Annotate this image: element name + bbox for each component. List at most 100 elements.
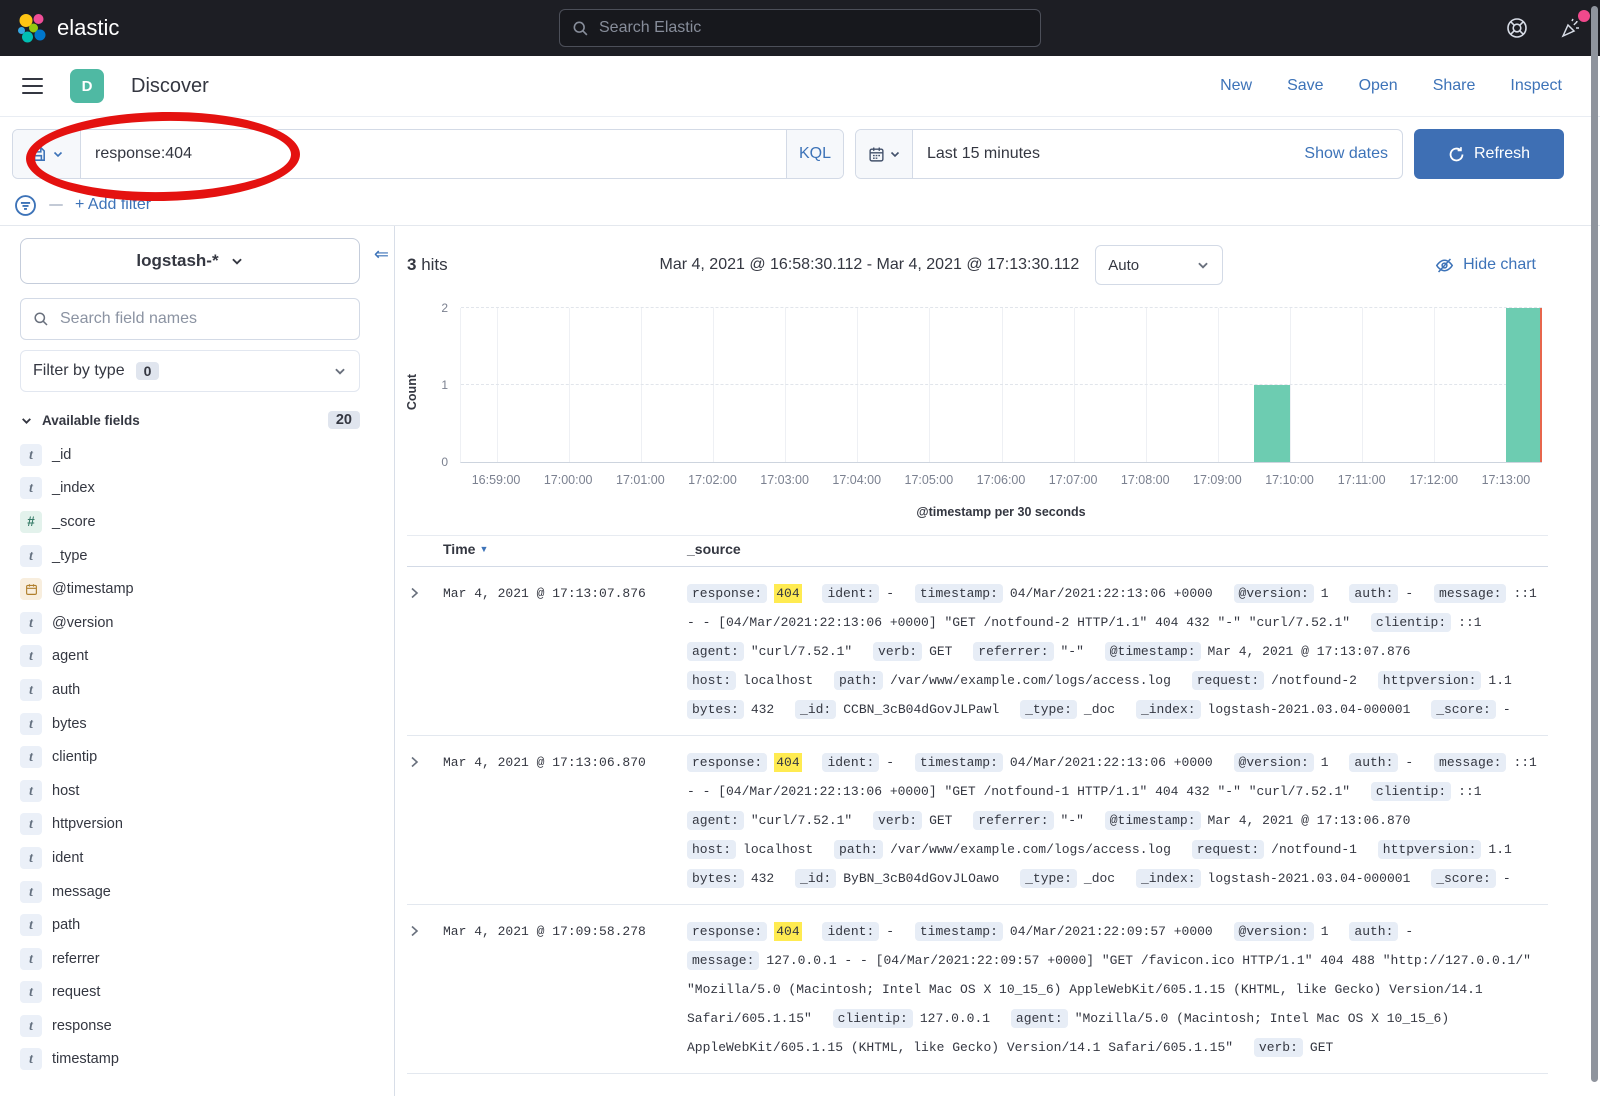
expand-row-chevron-icon[interactable] — [407, 579, 443, 724]
available-fields-header[interactable]: Available fields 20 — [20, 411, 360, 429]
global-search-input[interactable]: Search Elastic — [559, 9, 1041, 47]
field-pill: message: — [687, 951, 759, 970]
doc-timestamp: Mar 4, 2021 @ 17:09:58.278 — [443, 917, 687, 1062]
doc-table-header: Time ▼ _source — [407, 535, 1548, 567]
saved-query-menu-button[interactable] — [13, 130, 81, 178]
x-tick-label: 17:05:00 — [905, 473, 954, 487]
share-button[interactable]: Share — [1433, 77, 1476, 95]
field-item-message[interactable]: tmessage — [20, 875, 374, 909]
x-tick-label: 16:59:00 — [472, 473, 521, 487]
time-range-display: Mar 4, 2021 @ 16:58:30.112 - Mar 4, 2021… — [660, 256, 1080, 274]
source-field-pair: httpversion:1.1 — [1378, 842, 1512, 857]
string-field-type-icon: t — [20, 545, 42, 567]
field-label: request — [52, 984, 100, 1000]
content: logstash-* ⇐ Search field names Filter b… — [0, 225, 1600, 1096]
add-filter-button[interactable]: + Add filter — [75, 196, 151, 214]
chevron-down-icon — [230, 254, 244, 268]
field-item-referrer[interactable]: treferrer — [20, 942, 374, 976]
field-item-ident[interactable]: tident — [20, 841, 374, 875]
field-label: @version — [52, 615, 113, 631]
gridline — [461, 307, 1542, 308]
hide-chart-button[interactable]: Hide chart — [1435, 256, 1536, 275]
time-range-value[interactable]: Last 15 minutes — [913, 145, 1304, 163]
field-item-auth[interactable]: tauth — [20, 673, 374, 707]
refresh-icon — [1448, 146, 1465, 163]
source-field-pair: verb:GET — [873, 813, 952, 828]
field-item-timestamp[interactable]: ttimestamp — [20, 1043, 374, 1077]
gridline — [1074, 308, 1075, 462]
field-item-_score[interactable]: #_score — [20, 505, 374, 539]
elastic-brand[interactable]: elastic — [16, 12, 119, 44]
life-buoy-icon — [1505, 16, 1529, 40]
query-language-button[interactable]: KQL — [786, 130, 843, 178]
show-dates-button[interactable]: Show dates — [1304, 145, 1402, 163]
field-item-path[interactable]: tpath — [20, 908, 374, 942]
date-quick-select-button[interactable] — [856, 130, 913, 178]
source-field-pair: path:/var/www/example.com/logs/access.lo… — [834, 842, 1171, 857]
scrollbar[interactable] — [1591, 6, 1598, 1082]
menu-hamburger-icon[interactable] — [22, 78, 43, 95]
newsfeed-button[interactable] — [1558, 15, 1584, 41]
refresh-button[interactable]: Refresh — [1414, 129, 1564, 179]
new-button[interactable]: New — [1220, 77, 1252, 95]
open-button[interactable]: Open — [1359, 77, 1398, 95]
field-label: bytes — [52, 716, 87, 732]
field-item-clientip[interactable]: tclientip — [20, 740, 374, 774]
field-item-httpversion[interactable]: thttpversion — [20, 808, 374, 842]
filter-by-type-toggle[interactable]: Filter by type 0 — [20, 350, 360, 392]
field-pill: response: — [687, 753, 767, 772]
filter-icon[interactable] — [14, 194, 37, 217]
time-column-header[interactable]: Time ▼ — [443, 541, 687, 557]
field-label: referrer — [52, 951, 100, 967]
sort-desc-icon[interactable]: ▼ — [479, 544, 488, 554]
save-button[interactable]: Save — [1287, 77, 1323, 95]
field-item-_index[interactable]: t_index — [20, 472, 374, 506]
filter-by-type-count-badge: 0 — [136, 362, 160, 380]
field-item-agent[interactable]: tagent — [20, 640, 374, 674]
gridline — [1218, 308, 1219, 462]
nav-actions: New Save Open Share Inspect — [1220, 77, 1584, 95]
available-fields-count-badge: 20 — [328, 411, 360, 429]
x-tick-label: 17:13:00 — [1482, 473, 1531, 487]
source-field-pair: bytes:432 — [687, 871, 774, 886]
field-pill: message: — [1434, 753, 1506, 772]
inspect-button[interactable]: Inspect — [1510, 77, 1562, 95]
source-field-pair: response:404 — [687, 755, 802, 770]
field-item-response[interactable]: tresponse — [20, 1009, 374, 1043]
app-navbar: D Discover New Save Open Share Inspect — [0, 56, 1600, 117]
doc-source: response:404 ident:- timestamp:04/Mar/20… — [687, 579, 1548, 724]
expand-row-chevron-icon[interactable] — [407, 917, 443, 1062]
histogram-bar[interactable] — [1506, 308, 1542, 462]
field-item-_type[interactable]: t_type — [20, 539, 374, 573]
query-bar: response:404 KQL — [12, 129, 844, 179]
source-field-pair: host:localhost — [687, 842, 813, 857]
field-pill: host: — [687, 840, 736, 859]
refresh-label: Refresh — [1474, 145, 1530, 163]
index-pattern-select[interactable]: logstash-* — [20, 238, 360, 284]
source-field-pair: _index:logstash-2021.03.04-000001 — [1136, 871, 1410, 886]
collapse-sidebar-icon[interactable]: ⇐ — [374, 245, 389, 263]
field-item-@version[interactable]: t@version — [20, 606, 374, 640]
field-label: response — [52, 1018, 112, 1034]
field-item-host[interactable]: thost — [20, 774, 374, 808]
source-field-pair: @timestamp:Mar 4, 2021 @ 17:13:06.870 — [1105, 813, 1411, 828]
field-sidebar: logstash-* ⇐ Search field names Filter b… — [0, 226, 395, 1096]
field-item-_id[interactable]: t_id — [20, 438, 374, 472]
help-button[interactable] — [1504, 15, 1530, 41]
source-field-pair: ident:- — [822, 586, 894, 601]
histogram-xticks: 16:59:0017:00:0017:01:0017:02:0017:03:00… — [460, 473, 1542, 491]
field-item-request[interactable]: trequest — [20, 976, 374, 1010]
field-item-bytes[interactable]: tbytes — [20, 707, 374, 741]
source-column-header: _source — [687, 541, 1548, 557]
histogram-bar[interactable] — [1254, 385, 1290, 462]
field-pill: _score: — [1431, 869, 1496, 888]
field-item-@timestamp[interactable]: @timestamp — [20, 572, 374, 606]
field-search-input[interactable]: Search field names — [20, 298, 360, 340]
y-axis-title: Count — [405, 374, 419, 410]
x-tick-label: 17:06:00 — [977, 473, 1026, 487]
field-pill: _type: — [1020, 869, 1077, 888]
discover-app-badge[interactable]: D — [70, 69, 104, 103]
expand-row-chevron-icon[interactable] — [407, 748, 443, 893]
query-input[interactable]: response:404 — [81, 130, 786, 178]
interval-select[interactable]: Auto — [1095, 245, 1223, 285]
